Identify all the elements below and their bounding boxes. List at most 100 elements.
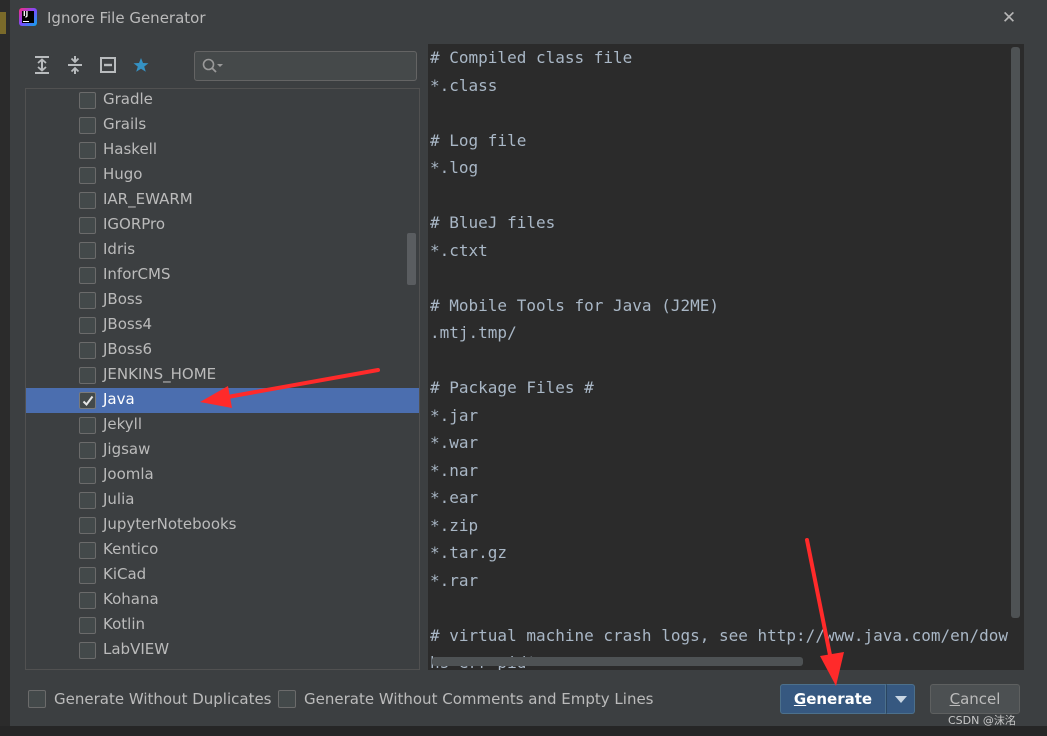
ignore-preview-editor[interactable]: # Compiled class file *.class # Log file *.… [428,44,1024,670]
tree-item-joomla[interactable]: Joomla [26,463,419,488]
tree-item-jboss4[interactable]: JBoss4 [26,313,419,338]
checkmark-icon [82,395,94,407]
tree-item-checkbox[interactable] [79,442,96,459]
collapse-all-icon[interactable] [65,55,85,75]
tree-item-checkbox[interactable] [79,542,96,559]
preview-line: *.log [430,158,479,177]
tree-item-haskell[interactable]: Haskell [26,138,419,163]
tree-item-checkbox[interactable] [79,342,96,359]
preview-line: # Mobile Tools for Java (J2ME) [430,295,719,315]
tree-item-label: Java [103,390,135,408]
tree-item-checkbox[interactable] [79,617,96,634]
tree-item-jekyll[interactable]: Jekyll [26,413,419,438]
tree-scrollbar[interactable] [407,233,416,285]
tree-item-checkbox[interactable] [79,242,96,259]
tree-item-gradle[interactable]: Gradle [26,89,419,113]
tree-item-label: Julia [103,490,135,508]
tree-item-igorpro[interactable]: IGORPro [26,213,419,238]
tree-item-checkbox[interactable] [79,142,96,159]
tree-item-julia[interactable]: Julia [26,488,419,513]
star-icon[interactable] [131,55,151,75]
tree-item-label: IGORPro [103,215,166,233]
tree-item-checkbox[interactable] [79,417,96,434]
preview-vertical-scrollbar[interactable] [1011,47,1020,618]
background-window-edge [0,0,10,736]
tree-item-grails[interactable]: Grails [26,113,419,138]
toggle-section-icon[interactable] [98,55,118,75]
tree-item-kotlin[interactable]: Kotlin [26,613,419,638]
preview-line: *.ctxt [430,240,488,260]
tree-item-label: JBoss4 [103,315,153,333]
preview-line: *.tar.gz [430,543,508,562]
expand-all-icon[interactable] [32,55,52,75]
tree-item-label: Idris [103,240,136,258]
generate-dropdown-button[interactable] [886,684,915,714]
tree-item-checkbox[interactable] [79,492,96,509]
tree-item-jigsaw[interactable]: Jigsaw [26,438,419,463]
tree-item-checkbox[interactable] [79,192,96,209]
tree-item-checkbox[interactable] [79,467,96,484]
tree-item-checkbox[interactable] [79,267,96,284]
preview-line: # virtual machine crash logs, see http:/… [430,625,1008,645]
tree-item-jupyternotebooks[interactable]: JupyterNotebooks [26,513,419,538]
search-input[interactable] [227,55,411,77]
tree-item-idris[interactable]: Idris [26,238,419,263]
tree-item-iar-ewarm[interactable]: IAR_EWARM [26,188,419,213]
search-icon [202,58,224,74]
tree-item-checkbox[interactable] [79,167,96,184]
intellij-app-icon [19,8,37,26]
without-comments-label: Generate Without Comments and Empty Line… [304,690,654,708]
tree-item-checkbox[interactable] [79,592,96,609]
tree-item-inforcms[interactable]: InforCMS [26,263,419,288]
ignore-file-generator-dialog: Ignore File Generator ✕ [10,0,1047,728]
preview-line: *.jar [430,405,479,425]
tree-item-label: JENKINS_HOME [103,365,217,383]
without-duplicates-label: Generate Without Duplicates [54,690,272,708]
preview-line: *.nar [430,460,479,480]
tree-item-jboss6[interactable]: JBoss6 [26,338,419,363]
tree-item-checkbox[interactable] [79,317,96,334]
tree-item-kohana[interactable]: Kohana [26,588,419,613]
window-title: Ignore File Generator [47,9,206,27]
preview-line: *.zip [430,515,479,535]
tree-item-hugo[interactable]: Hugo [26,163,419,188]
tree-item-jboss[interactable]: JBoss [26,288,419,313]
tree-item-jenkins-home[interactable]: JENKINS_HOME [26,363,419,388]
close-icon[interactable]: ✕ [998,7,1020,29]
tree-item-java[interactable]: Java [26,388,419,413]
generate-mnemonic: G [793,690,807,708]
tree-item-checkbox[interactable] [79,392,96,409]
tree-item-label: Joomla [103,465,154,483]
tree-item-checkbox[interactable] [79,92,96,109]
cancel-mnemonic: C [949,690,961,708]
title-bar: Ignore File Generator ✕ [10,0,1047,38]
tree-item-checkbox[interactable] [79,217,96,234]
tree-item-checkbox[interactable] [79,292,96,309]
cancel-button[interactable]: Cancel [930,684,1020,714]
tree-item-checkbox[interactable] [79,367,96,384]
generate-button[interactable]: Generate [780,684,886,714]
tree-item-label: Kentico [103,540,159,558]
search-field[interactable] [194,51,417,81]
tree-item-label: LabVIEW [103,640,170,658]
without-comments-checkbox[interactable] [278,690,296,708]
tree-item-label: KiCad [103,565,147,583]
tree-item-label: IAR_EWARM [103,190,193,208]
tree-item-label: JupyterNotebooks [103,515,237,533]
tree-item-checkbox[interactable] [79,117,96,134]
tree-item-labview[interactable]: LabVIEW [26,638,419,663]
background-window-edge-bottom [0,726,1047,736]
tree-item-kentico[interactable]: Kentico [26,538,419,563]
tree-item-checkbox[interactable] [79,567,96,584]
tree-item-checkbox[interactable] [79,517,96,534]
tree-item-label: Haskell [103,140,158,158]
without-duplicates-checkbox[interactable] [28,690,46,708]
tree-item-kicad[interactable]: KiCad [26,563,419,588]
preview-line: # BlueJ files [430,213,556,232]
preview-line: # Package Files # [430,378,594,397]
tree-item-checkbox[interactable] [79,642,96,659]
tree-item-label: Kohana [103,590,159,608]
tree-item-label: Kotlin [103,615,145,633]
template-tree: Gradle Grails Haskell Hugo IAR_EWARM IGORPro I… [25,88,420,670]
preview-horizontal-scrollbar[interactable] [432,657,803,666]
